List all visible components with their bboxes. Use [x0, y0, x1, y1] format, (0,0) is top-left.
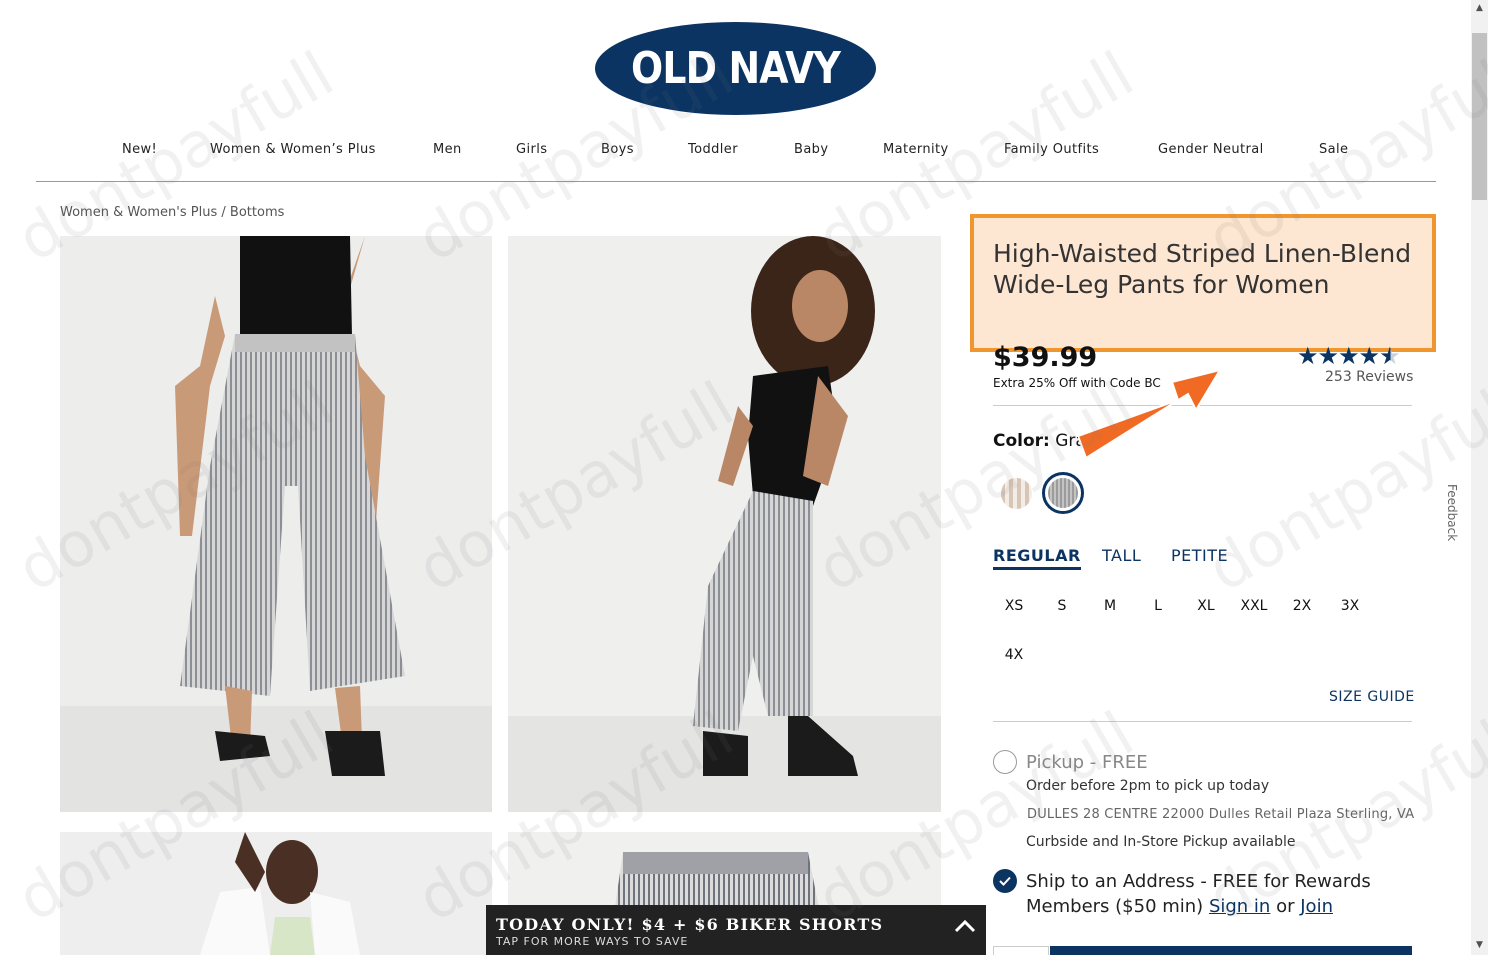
nav-item-family-outfits[interactable]: Family Outfits: [1004, 142, 1099, 157]
product-title: High-Waisted Striped Linen-Blend Wide-Le…: [993, 239, 1412, 299]
divider: [993, 721, 1412, 722]
feedback-tab[interactable]: Feedback: [1445, 484, 1459, 541]
product-title-highlight: High-Waisted Striped Linen-Blend Wide-Le…: [970, 214, 1436, 352]
pickup-address[interactable]: DULLES 28 CENTRE 22000 Dulles Retail Pla…: [1027, 807, 1414, 822]
nav-item-men[interactable]: Men: [433, 142, 462, 157]
scrollbar[interactable]: ▲ ▼: [1471, 0, 1488, 955]
size-xs[interactable]: XS: [992, 598, 1036, 614]
rating-stars[interactable]: ★★★★★: [1297, 342, 1401, 370]
ship-option: Ship to an Address - FREE for Rewards Me…: [1026, 869, 1416, 919]
nav-item-toddler[interactable]: Toddler: [688, 142, 738, 157]
model-front-illustration: [60, 236, 492, 812]
product-image-side[interactable]: [508, 236, 941, 812]
join-link[interactable]: Join: [1300, 896, 1333, 917]
breadcrumb-separator: /: [221, 205, 226, 220]
sign-in-link[interactable]: Sign in: [1209, 896, 1270, 917]
breadcrumb: Women & Women's Plus / Bottoms: [60, 205, 284, 220]
size-3x[interactable]: 3X: [1328, 598, 1372, 614]
ship-radio-checked[interactable]: [993, 869, 1017, 893]
promo-banner-title: TODAY ONLY! $4 + $6 BIKER SHORTS: [496, 915, 884, 934]
pickup-title: Pickup - FREE: [1026, 752, 1148, 773]
logo-text: OLD NAVY: [630, 43, 841, 94]
tab-petite[interactable]: PETITE: [1171, 546, 1228, 565]
swatch-beige-stripe[interactable]: [1001, 478, 1032, 509]
promo-banner-subtitle: TAP FOR MORE WAYS TO SAVE: [496, 935, 689, 948]
pickup-note: Curbside and In-Store Pickup available: [1026, 834, 1296, 850]
star-icon: ★: [1358, 342, 1380, 370]
add-to-bag-button[interactable]: [1050, 946, 1412, 955]
swatch-gray-selected[interactable]: [1042, 472, 1084, 514]
product-image-front[interactable]: [60, 236, 492, 812]
scroll-up-icon[interactable]: ▲: [1471, 3, 1488, 13]
model-side-illustration: [508, 236, 941, 812]
size-xxl[interactable]: XXL: [1232, 598, 1276, 614]
promo-banner[interactable]: TODAY ONLY! $4 + $6 BIKER SHORTS TAP FOR…: [486, 905, 986, 955]
scroll-down-icon[interactable]: ▼: [1471, 940, 1488, 950]
nav-item-baby[interactable]: Baby: [794, 142, 828, 157]
tab-tall[interactable]: TALL: [1102, 546, 1141, 565]
nav-item-maternity[interactable]: Maternity: [883, 142, 949, 157]
product-image-lifestyle[interactable]: [60, 832, 492, 955]
color-label-key: Color:: [993, 431, 1050, 451]
breadcrumb-current[interactable]: Bottoms: [230, 205, 284, 220]
review-count-link[interactable]: 253 Reviews: [1325, 369, 1413, 385]
chevron-up-icon[interactable]: [954, 919, 976, 933]
nav-item-gender-neutral[interactable]: Gender Neutral: [1158, 142, 1264, 157]
size-2x[interactable]: 2X: [1280, 598, 1324, 614]
or-text: or: [1276, 896, 1295, 917]
size-guide-link[interactable]: SIZE GUIDE: [1329, 689, 1415, 705]
arrow-pointer-icon: dontpayfull: [1078, 368, 1223, 460]
tab-regular[interactable]: REGULAR: [993, 546, 1081, 570]
star-icon: ★: [1317, 342, 1339, 370]
size-xl[interactable]: XL: [1184, 598, 1228, 614]
old-navy-logo[interactable]: OLD NAVY: [595, 22, 876, 115]
size-l[interactable]: L: [1136, 598, 1180, 614]
star-icon: ★: [1297, 342, 1318, 370]
size-m[interactable]: M: [1088, 598, 1132, 614]
half-star-icon: ★: [1379, 342, 1400, 370]
logo-oval: OLD NAVY: [595, 22, 876, 115]
star-icon: ★: [1338, 342, 1359, 370]
nav-item-sale[interactable]: Sale: [1319, 142, 1348, 157]
nav-item-new[interactable]: New!: [122, 142, 157, 157]
size-s[interactable]: S: [1040, 598, 1084, 614]
model-lifestyle-illustration: [60, 832, 492, 955]
nav-item-boys[interactable]: Boys: [601, 142, 634, 157]
pickup-deadline: Order before 2pm to pick up today: [1026, 778, 1270, 794]
swatch-gray-fill: [1048, 478, 1078, 508]
main-nav: New! Women & Women’s Plus Men Girls Boys…: [36, 136, 1436, 182]
checkmark-icon: [999, 876, 1011, 886]
pickup-radio[interactable]: [993, 750, 1017, 774]
nav-item-women[interactable]: Women & Women’s Plus: [210, 142, 376, 157]
breadcrumb-parent[interactable]: Women & Women's Plus: [60, 205, 217, 220]
size-4x[interactable]: 4X: [992, 647, 1036, 663]
nav-item-girls[interactable]: Girls: [516, 142, 547, 157]
quantity-box[interactable]: [993, 946, 1049, 955]
scroll-thumb[interactable]: [1472, 33, 1487, 200]
